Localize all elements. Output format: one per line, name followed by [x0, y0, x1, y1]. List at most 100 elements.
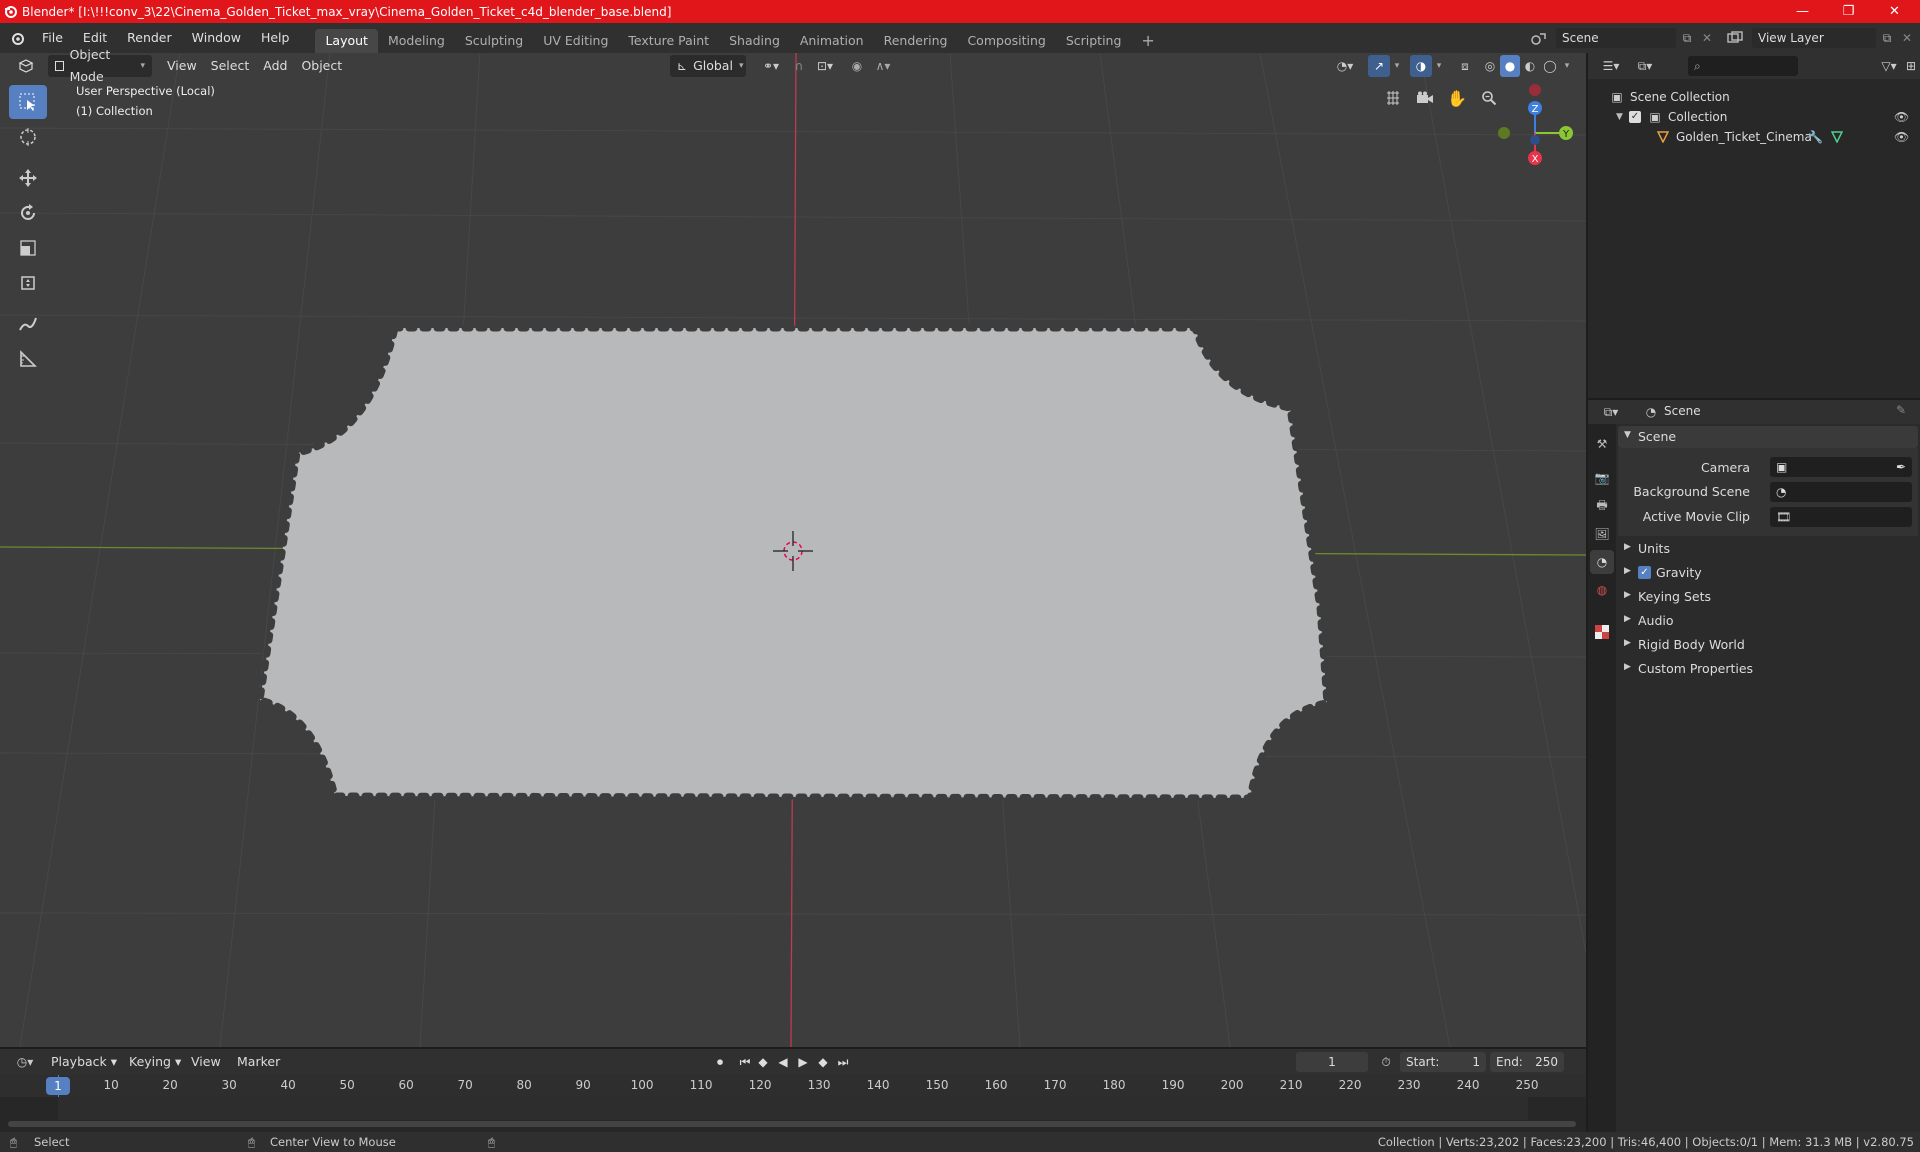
wireframe-shading-icon[interactable]: ◎: [1480, 55, 1500, 77]
filter-icon[interactable]: ▽▾: [1876, 56, 1902, 76]
tab-shading[interactable]: Shading: [719, 29, 790, 53]
pan-hand-icon[interactable]: ✋: [1444, 85, 1470, 111]
maximize-button[interactable]: ❐: [1826, 0, 1871, 23]
rendered-shading-icon[interactable]: ◯: [1540, 55, 1560, 77]
eye-icon[interactable]: 👁: [1894, 107, 1909, 127]
expand-arrow-icon[interactable]: ▼: [1616, 107, 1623, 127]
movie-clip-field[interactable]: 🎞: [1770, 507, 1912, 527]
tab-scripting[interactable]: Scripting: [1056, 29, 1132, 53]
outliner-editor-type-icon[interactable]: ☰▾: [1596, 56, 1626, 76]
tab-compositing[interactable]: Compositing: [957, 29, 1055, 53]
material-shading-icon[interactable]: ◐: [1520, 55, 1540, 77]
menu-window[interactable]: Window: [182, 23, 251, 53]
rotate-tool-icon[interactable]: [9, 196, 47, 230]
new-scene-icon[interactable]: ⧉: [1677, 28, 1697, 48]
chevron-down-icon[interactable]: ▾: [1390, 55, 1404, 77]
timeline-menu-marker[interactable]: Marker: [230, 1051, 287, 1073]
scene-tab-icon[interactable]: ◔: [1590, 550, 1614, 574]
rigid-body-world-panel[interactable]: ▶ Rigid Body World: [1618, 634, 1918, 656]
tab-sculpting[interactable]: Sculpting: [455, 29, 533, 53]
camera-field[interactable]: ▣ ✒: [1770, 457, 1912, 477]
tab-rendering[interactable]: Rendering: [874, 29, 958, 53]
mesh-data-icon[interactable]: [1830, 130, 1844, 144]
blender-menu-icon[interactable]: [4, 23, 32, 53]
snap-magnet-icon[interactable]: ∩: [788, 55, 810, 77]
transform-orientation-selector[interactable]: ⊾ Global ▾: [670, 55, 746, 77]
annotate-tool-icon[interactable]: [9, 307, 47, 341]
xray-toggle-icon[interactable]: ⧈: [1454, 55, 1476, 77]
falloff-icon[interactable]: ∧▾: [868, 55, 898, 77]
background-scene-field[interactable]: ◔: [1770, 482, 1912, 502]
move-tool-icon[interactable]: [9, 161, 47, 195]
eye-icon[interactable]: 👁: [1894, 127, 1909, 147]
timeline-scrollbar[interactable]: [8, 1121, 1576, 1127]
jump-start-icon[interactable]: ⏮: [736, 1052, 754, 1072]
menu-file[interactable]: File: [32, 23, 73, 53]
outliner-row-collection[interactable]: ▼ ✓ ▣ Collection 👁: [1588, 107, 1920, 127]
tool-tab-icon[interactable]: ⚒: [1592, 434, 1612, 454]
viewport-menu-select[interactable]: Select: [204, 55, 257, 77]
toggle-ortho-grid-icon[interactable]: [1380, 85, 1406, 111]
properties-editor-type-icon[interactable]: ⧉▾: [1596, 402, 1626, 422]
overlays-toggle-icon[interactable]: ◑: [1410, 55, 1432, 77]
eyedropper-icon[interactable]: ✒: [1896, 457, 1906, 477]
chevron-down-icon[interactable]: ▾: [1432, 55, 1446, 77]
transform-tool-icon[interactable]: [9, 266, 47, 300]
proportional-edit-icon[interactable]: ◉: [846, 55, 868, 77]
render-tab-icon[interactable]: 📷: [1592, 468, 1612, 488]
zoom-icon[interactable]: [1476, 85, 1502, 111]
tab-uv-editing[interactable]: UV Editing: [533, 29, 618, 53]
pin-icon[interactable]: ✎: [1896, 403, 1906, 417]
modifier-wrench-icon[interactable]: 🔧: [1808, 127, 1823, 147]
jump-prev-keyframe-icon[interactable]: ◆: [754, 1052, 772, 1072]
view-layer-field[interactable]: View Layer: [1752, 28, 1876, 48]
navigation-gizmo[interactable]: Z Y X: [1495, 83, 1585, 173]
new-view-layer-icon[interactable]: ⧉: [1877, 28, 1897, 48]
scene-field[interactable]: Scene: [1556, 28, 1676, 48]
stopwatch-icon[interactable]: ⏱: [1376, 1052, 1396, 1072]
end-frame-field[interactable]: End: 250: [1490, 1052, 1564, 1072]
outliner-row-scene-collection[interactable]: ▣ Scene Collection: [1588, 87, 1920, 107]
view-layer-tab-icon[interactable]: 🖼: [1592, 524, 1612, 544]
output-tab-icon[interactable]: 🖶: [1592, 496, 1612, 516]
gravity-checkbox[interactable]: ✓: [1638, 566, 1651, 579]
snap-target-icon[interactable]: ⊡▾: [810, 55, 840, 77]
editor-type-icon[interactable]: [10, 55, 42, 77]
delete-view-layer-icon[interactable]: ✕: [1897, 28, 1917, 48]
viewport-menu-view[interactable]: View: [160, 55, 204, 77]
tab-animation[interactable]: Animation: [790, 29, 874, 53]
pivot-point-icon[interactable]: ⚭▾: [756, 55, 786, 77]
gravity-panel[interactable]: ▶ ✓ Gravity: [1618, 562, 1918, 584]
solid-shading-icon[interactable]: ●: [1500, 55, 1520, 77]
visibility-selectability-icon[interactable]: ◔▾: [1330, 55, 1360, 77]
tab-modeling[interactable]: Modeling: [378, 29, 455, 53]
tab-layout[interactable]: Layout: [315, 29, 378, 53]
record-icon[interactable]: ⏺: [710, 1052, 730, 1072]
playhead-frame-badge[interactable]: 1: [46, 1077, 70, 1095]
new-collection-icon[interactable]: ⊞: [1902, 56, 1920, 76]
timeline-menu-playback[interactable]: Playback ▾: [44, 1051, 124, 1073]
cursor-tool-icon[interactable]: [9, 120, 47, 154]
play-icon[interactable]: ▶: [794, 1052, 812, 1072]
viewport-menu-object[interactable]: Object: [294, 55, 349, 77]
audio-panel[interactable]: ▶ Audio: [1618, 610, 1918, 632]
jump-end-icon[interactable]: ⏭: [834, 1052, 852, 1072]
chevron-down-icon[interactable]: ▾: [1560, 55, 1574, 77]
mode-selector[interactable]: Object Mode ▾: [48, 47, 152, 84]
timeline-area[interactable]: 1102030405060708090100110120130140150160…: [0, 1075, 1586, 1132]
tab-texture-paint[interactable]: Texture Paint: [618, 29, 719, 53]
menu-help[interactable]: Help: [251, 23, 300, 53]
current-frame-field[interactable]: 1: [1296, 1052, 1368, 1072]
units-panel[interactable]: ▶ Units: [1618, 538, 1918, 560]
outliner-search-input[interactable]: ⌕: [1688, 56, 1798, 76]
viewport-menu-add[interactable]: Add: [256, 55, 294, 77]
close-window-button[interactable]: ✕: [1872, 0, 1917, 23]
measure-tool-icon[interactable]: [9, 342, 47, 376]
minimize-button[interactable]: —: [1780, 0, 1825, 23]
world-tab-icon[interactable]: ◍: [1592, 580, 1612, 600]
camera-view-icon[interactable]: [1412, 85, 1438, 111]
jump-next-keyframe-icon[interactable]: ◆: [814, 1052, 832, 1072]
scene-panel-header[interactable]: ▼ Scene: [1618, 426, 1918, 448]
scale-tool-icon[interactable]: [9, 231, 47, 265]
outliner-row-object[interactable]: Golden_Ticket_Cinema 🔧 👁: [1588, 127, 1920, 147]
